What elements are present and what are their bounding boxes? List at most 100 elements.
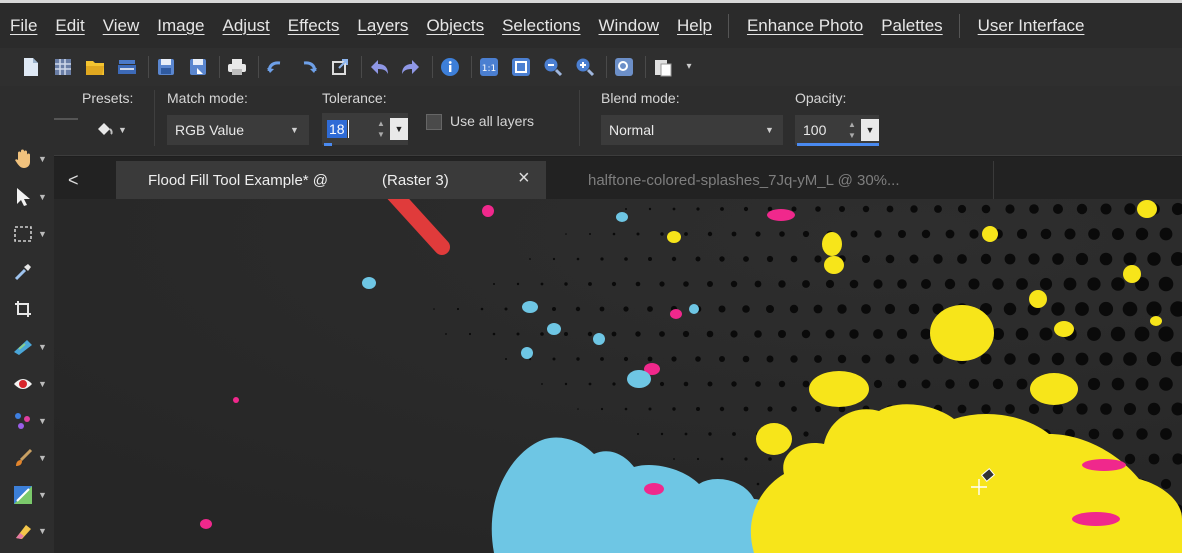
match-mode-select[interactable]: RGB Value xyxy=(167,115,309,145)
tolerance-popout-button[interactable]: ▼ xyxy=(390,118,408,140)
tool-dropdown-caret-icon[interactable]: ▼ xyxy=(38,342,47,352)
paint-drop xyxy=(593,333,605,345)
opacity-popout-button[interactable]: ▼ xyxy=(861,119,879,141)
tolerance-slider[interactable] xyxy=(324,143,332,146)
menu-user-interface[interactable]: User Interface xyxy=(968,16,1093,36)
halftone-dot xyxy=(504,307,508,311)
new-document-icon[interactable] xyxy=(20,56,42,78)
halftone-dot xyxy=(1039,327,1053,341)
tool-dropdown-caret-icon[interactable]: ▼ xyxy=(38,229,47,239)
paste-icon[interactable] xyxy=(652,56,674,78)
halftone-dot xyxy=(933,354,943,364)
halftone-dot xyxy=(1075,352,1089,366)
halftone-dot xyxy=(1028,403,1040,415)
redo-icon[interactable] xyxy=(297,56,319,78)
opacity-slider[interactable] xyxy=(797,143,879,146)
tool-dropdown-caret-icon[interactable]: ▼ xyxy=(38,526,47,536)
halftone-dot xyxy=(921,229,931,239)
tolerance-spinner[interactable]: ▲ ▼ xyxy=(374,114,388,144)
halftone-dot xyxy=(1100,203,1112,215)
tool-dropdown-caret-icon[interactable]: ▼ xyxy=(38,154,47,164)
halftone-dot xyxy=(743,256,749,262)
tool-pan[interactable]: ▼ xyxy=(12,144,48,174)
open-folder-icon[interactable] xyxy=(84,56,106,78)
halftone-splash-artwork[interactable] xyxy=(54,199,1182,553)
halftone-dot xyxy=(1004,253,1016,265)
opacity-value[interactable]: 100 xyxy=(803,122,826,138)
menu-palettes[interactable]: Palettes xyxy=(871,16,950,36)
zoom-in-icon[interactable] xyxy=(574,56,596,78)
opacity-spinner[interactable]: ▲ ▼ xyxy=(845,115,859,145)
halftone-dot xyxy=(683,281,689,287)
menu-view[interactable]: View xyxy=(93,16,148,36)
halftone-dot xyxy=(933,254,943,264)
halftone-dot xyxy=(957,404,967,414)
tabs-scroll-left-button[interactable]: < xyxy=(68,161,98,199)
redo-history-icon[interactable] xyxy=(400,56,422,78)
tool-pick[interactable]: ▼ xyxy=(12,182,48,212)
halftone-dot xyxy=(885,354,895,364)
tool-dropdown-caret-icon[interactable]: ▼ xyxy=(38,416,47,426)
menu-edit[interactable]: Edit xyxy=(45,16,92,36)
presets-dropdown[interactable]: ▼ xyxy=(96,116,138,144)
browse-icon[interactable] xyxy=(52,56,74,78)
halftone-dot xyxy=(992,278,1004,290)
zoom-out-icon[interactable] xyxy=(542,56,564,78)
menu-selections[interactable]: Selections xyxy=(492,16,588,36)
halftone-dot xyxy=(445,333,447,335)
halftone-dot xyxy=(707,381,713,387)
menu-layers[interactable]: Layers xyxy=(347,16,416,36)
halftone-dot xyxy=(862,205,870,213)
paste-dropdown-caret-icon[interactable]: ▾ xyxy=(684,56,694,78)
undo-history-icon[interactable] xyxy=(368,56,390,78)
print-icon[interactable] xyxy=(226,56,248,78)
undo-icon[interactable] xyxy=(265,56,287,78)
menu-enhance-photo[interactable]: Enhance Photo xyxy=(737,16,871,36)
palette-grip[interactable] xyxy=(54,118,78,120)
fit-window-icon[interactable] xyxy=(510,56,532,78)
tool-dropdown-caret-icon[interactable]: ▼ xyxy=(38,453,47,463)
tool-crop[interactable] xyxy=(12,294,48,324)
halftone-dot xyxy=(945,229,955,239)
spin-up-icon: ▲ xyxy=(377,119,385,128)
tab-halftone-splashes[interactable]: halftone-colored-splashes_7Jq-yM_L @ 30%… xyxy=(574,161,994,199)
halftone-dot xyxy=(790,255,798,263)
tool-dropdown-caret-icon[interactable]: ▼ xyxy=(38,490,47,500)
scanner-icon[interactable] xyxy=(116,56,138,78)
menu-window[interactable]: Window xyxy=(589,16,667,36)
tab-flood-fill-example[interactable]: Flood Fill Tool Example* @ (Raster 3) × xyxy=(116,161,546,199)
tool-dropper[interactable] xyxy=(12,257,48,287)
image-canvas[interactable] xyxy=(54,199,1182,553)
halftone-dot xyxy=(660,432,664,436)
tolerance-value[interactable]: 18 xyxy=(327,120,347,138)
tool-dropdown-caret-icon[interactable]: ▼ xyxy=(38,192,47,202)
tool-color-replacer[interactable]: ▼ xyxy=(12,480,48,510)
use-all-layers-checkbox[interactable] xyxy=(426,114,442,130)
tool-selection[interactable]: ▼ xyxy=(12,219,48,249)
save-icon[interactable] xyxy=(155,56,177,78)
tool-eraser[interactable]: ▼ xyxy=(12,516,48,546)
resize-icon[interactable] xyxy=(329,56,351,78)
menu-objects[interactable]: Objects xyxy=(416,16,492,36)
tool-dropdown-caret-icon[interactable]: ▼ xyxy=(38,379,47,389)
save-as-icon[interactable] xyxy=(187,56,209,78)
toolbar-divider xyxy=(361,56,362,78)
menu-image[interactable]: Image xyxy=(147,16,212,36)
info-icon[interactable] xyxy=(439,56,461,78)
halftone-dot xyxy=(1112,228,1124,240)
toolbar-divider xyxy=(432,56,433,78)
menu-adjust[interactable]: Adjust xyxy=(213,16,278,36)
tool-red-eye[interactable]: ▼ xyxy=(12,369,48,399)
actual-size-icon[interactable]: 1:1 xyxy=(478,56,500,78)
halftone-dot xyxy=(885,254,895,264)
menu-file[interactable]: File xyxy=(0,16,45,36)
tool-clone[interactable]: ▼ xyxy=(12,406,48,436)
tool-straighten[interactable]: ▼ xyxy=(12,332,48,362)
blend-mode-select[interactable]: Normal xyxy=(601,115,783,145)
menu-help[interactable]: Help xyxy=(667,16,720,36)
halftone-dot xyxy=(1098,301,1114,317)
overview-icon[interactable] xyxy=(613,56,635,78)
menu-effects[interactable]: Effects xyxy=(278,16,348,36)
tool-paint-brush[interactable]: ▼ xyxy=(12,443,48,473)
close-tab-icon[interactable]: × xyxy=(518,167,530,190)
